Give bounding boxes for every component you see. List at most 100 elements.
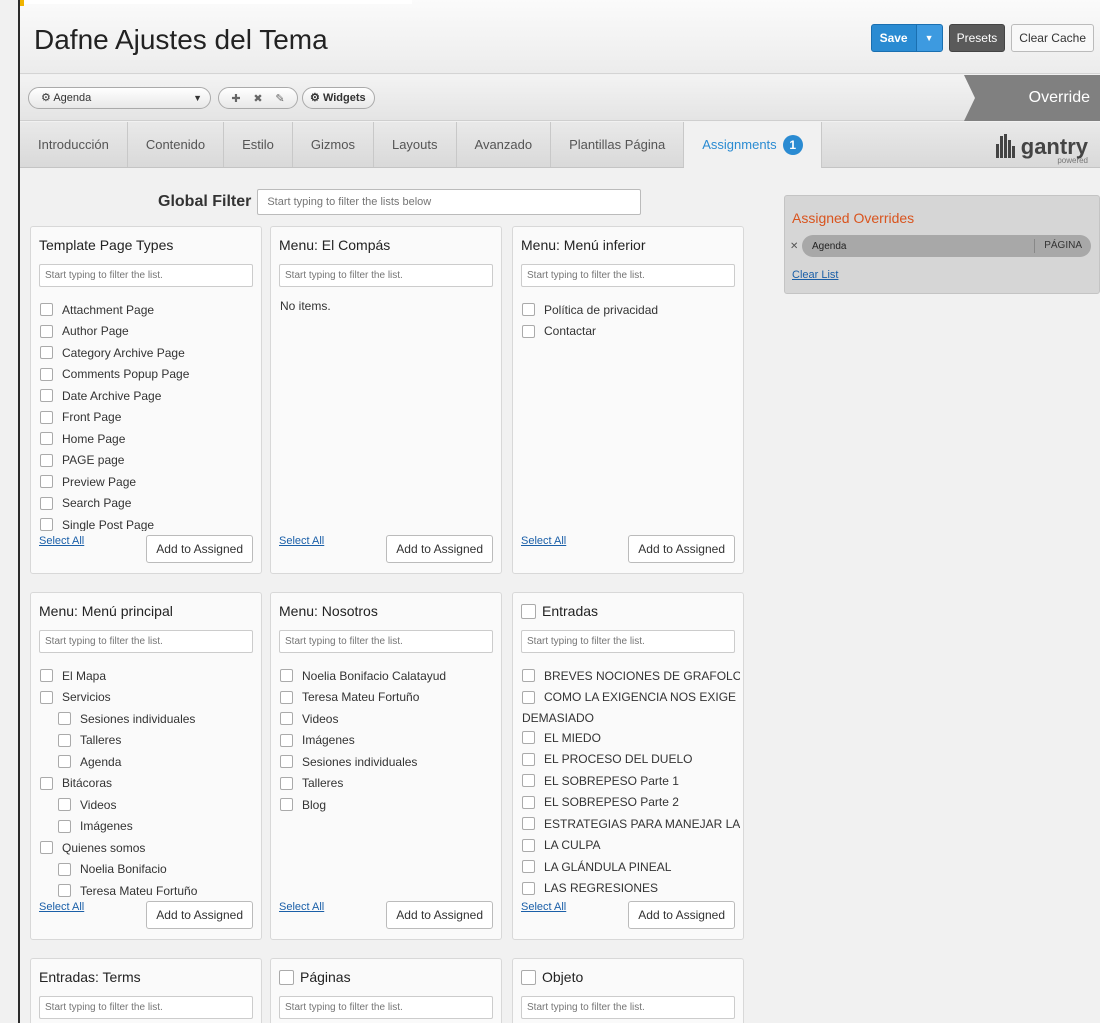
widgets-button[interactable]: ⚙ Widgets xyxy=(302,87,375,109)
list-item[interactable]: Videos xyxy=(40,794,258,816)
list-item[interactable]: BREVES NOCIONES DE GRAFOLOGÍA xyxy=(522,665,740,687)
global-filter-input[interactable] xyxy=(257,189,642,215)
checkbox[interactable] xyxy=(40,841,53,855)
checkbox[interactable] xyxy=(522,838,535,852)
list-item[interactable]: Imágenes xyxy=(40,816,258,838)
checkbox[interactable] xyxy=(40,303,53,317)
checkbox[interactable] xyxy=(522,690,535,704)
checkbox[interactable] xyxy=(522,795,535,809)
list-item[interactable]: Noelia Bonifacio Calatayud xyxy=(280,665,498,687)
list-item[interactable]: Comments Popup Page xyxy=(40,364,258,386)
list-item[interactable]: Sesiones individuales xyxy=(40,708,258,730)
list-filter-input[interactable] xyxy=(521,264,735,287)
checkbox[interactable] xyxy=(58,819,71,833)
add-to-assigned-button[interactable]: Add to Assigned xyxy=(386,901,493,929)
add-to-assigned-button[interactable]: Add to Assigned xyxy=(146,901,253,929)
checkbox[interactable] xyxy=(280,733,293,747)
edit-icon[interactable]: ✎ xyxy=(275,92,284,105)
save-button[interactable]: Save ▼ xyxy=(870,24,943,52)
checkbox[interactable] xyxy=(58,798,71,812)
checkbox[interactable] xyxy=(280,798,293,812)
checkbox[interactable] xyxy=(58,884,71,897)
checkbox[interactable] xyxy=(522,860,535,874)
list-item[interactable]: Talleres xyxy=(40,730,258,752)
list-item[interactable]: EL PROCESO DEL DUELO xyxy=(522,749,740,771)
list-item[interactable]: Single Post Page xyxy=(40,514,258,531)
list-item[interactable]: Política de privacidad xyxy=(522,299,740,321)
list-item[interactable]: EL MIEDO xyxy=(522,727,740,749)
add-icon[interactable]: ✚ xyxy=(231,92,240,105)
list-item[interactable]: ESTRATEGIAS PARA MANEJAR LA IRA xyxy=(522,813,740,835)
list-item[interactable]: Category Archive Page xyxy=(40,342,258,364)
checkbox[interactable] xyxy=(280,669,293,683)
list-item[interactable]: Blog xyxy=(280,794,498,816)
add-to-assigned-button[interactable]: Add to Assigned xyxy=(146,535,253,563)
checkbox[interactable] xyxy=(522,774,535,788)
list-filter-input[interactable] xyxy=(521,996,735,1019)
checkbox[interactable] xyxy=(58,712,71,726)
list-item[interactable]: LA CULPA xyxy=(522,835,740,857)
checkbox[interactable] xyxy=(58,755,71,769)
save-label[interactable]: Save xyxy=(872,25,916,51)
checkbox[interactable] xyxy=(58,733,71,747)
list-filter-input[interactable] xyxy=(39,630,253,653)
select-all-link[interactable]: Select All xyxy=(279,535,324,547)
checkbox[interactable] xyxy=(40,690,53,704)
checkbox[interactable] xyxy=(40,475,53,489)
list-item[interactable]: Teresa Mateu Fortuño xyxy=(40,880,258,897)
add-to-assigned-button[interactable]: Add to Assigned xyxy=(628,535,735,563)
checkbox[interactable] xyxy=(522,324,535,338)
list-item[interactable]: Attachment Page xyxy=(40,299,258,321)
select-all-link[interactable]: Select All xyxy=(521,901,566,913)
checkbox[interactable] xyxy=(280,690,293,704)
list-filter-input[interactable] xyxy=(279,996,493,1019)
checkbox[interactable] xyxy=(40,324,53,338)
list-filter-input[interactable] xyxy=(39,264,253,287)
tab-assignments[interactable]: Assignments 1 xyxy=(684,122,822,168)
add-to-assigned-button[interactable]: Add to Assigned xyxy=(628,901,735,929)
list-item[interactable]: Search Page xyxy=(40,493,258,515)
select-all-link[interactable]: Select All xyxy=(521,535,566,547)
list-item[interactable]: Front Page xyxy=(40,407,258,429)
list-item[interactable]: El Mapa xyxy=(40,665,258,687)
checkbox[interactable] xyxy=(280,712,293,726)
tab-introduccion[interactable]: Introducción xyxy=(20,122,128,167)
checkbox[interactable] xyxy=(40,432,53,446)
checkbox[interactable] xyxy=(58,862,71,876)
list-item[interactable]: Teresa Mateu Fortuño xyxy=(280,687,498,709)
list-filter-input[interactable] xyxy=(279,264,493,287)
checkbox[interactable] xyxy=(40,669,53,683)
override-select[interactable]: ⚙ Agenda ▼ xyxy=(28,87,211,109)
delete-icon[interactable]: ✖ xyxy=(253,92,262,105)
save-dropdown-chevron-icon[interactable]: ▼ xyxy=(915,25,942,51)
tab-avanzado[interactable]: Avanzado xyxy=(457,122,552,167)
list-item[interactable]: Home Page xyxy=(40,428,258,450)
checkbox[interactable] xyxy=(280,755,293,769)
list-item[interactable]: Preview Page xyxy=(40,471,258,493)
list-filter-input[interactable] xyxy=(521,630,735,653)
tab-estilo[interactable]: Estilo xyxy=(224,122,293,167)
tab-contenido[interactable]: Contenido xyxy=(128,122,225,167)
checkbox[interactable] xyxy=(40,453,53,467)
list-item[interactable]: EL SOBREPESO Parte 2 xyxy=(522,792,740,814)
checkbox[interactable] xyxy=(40,496,53,510)
checkbox[interactable] xyxy=(40,410,53,424)
checkbox[interactable] xyxy=(40,776,53,790)
list-item[interactable]: LA GLÁNDULA PINEAL xyxy=(522,856,740,878)
select-all-link[interactable]: Select All xyxy=(39,901,84,913)
list-item[interactable]: EL SOBREPESO Parte 1 xyxy=(522,770,740,792)
list-item[interactable]: PAGE page xyxy=(40,450,258,472)
list-item[interactable]: Sesiones individuales xyxy=(280,751,498,773)
checkbox[interactable] xyxy=(522,669,535,683)
checkbox[interactable] xyxy=(40,367,53,381)
select-all-checkbox[interactable] xyxy=(521,969,536,985)
select-all-checkbox[interactable] xyxy=(279,969,294,985)
add-to-assigned-button[interactable]: Add to Assigned xyxy=(386,535,493,563)
list-item[interactable]: Servicios xyxy=(40,687,258,709)
list-filter-input[interactable] xyxy=(279,630,493,653)
list-item[interactable]: Bitácoras xyxy=(40,773,258,795)
select-all-link[interactable]: Select All xyxy=(39,535,84,547)
tab-layouts[interactable]: Layouts xyxy=(374,122,457,167)
checkbox[interactable] xyxy=(280,776,293,790)
checkbox[interactable] xyxy=(522,752,535,766)
